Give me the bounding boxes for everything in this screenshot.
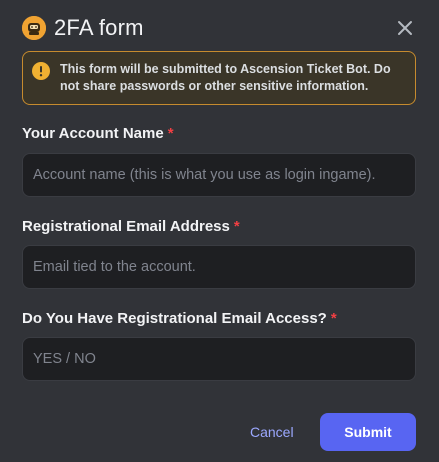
close-button[interactable]: [393, 16, 417, 40]
account-name-label: Your Account Name *: [22, 125, 174, 142]
required-marker: *: [167, 125, 174, 142]
submit-button[interactable]: Submit: [320, 413, 416, 451]
modal-title: 2FA form: [54, 15, 144, 40]
account-name-label-text: Your Account Name: [22, 125, 164, 142]
cancel-button[interactable]: Cancel: [250, 424, 294, 440]
account-name-input[interactable]: [22, 153, 416, 197]
email-access-label: Do You Have Registrational Email Access?…: [22, 310, 337, 327]
notice-text: This form will be submitted to Ascension…: [60, 62, 391, 93]
form-modal: 2FA form This form will be submitted to …: [0, 0, 439, 462]
email-address-label: Registrational Email Address *: [22, 218, 240, 235]
email-address-input[interactable]: [22, 245, 416, 289]
bot-avatar-icon: [22, 16, 46, 40]
close-icon: [398, 21, 412, 35]
warning-notice: This form will be submitted to Ascension…: [22, 51, 416, 105]
warning-icon: [32, 62, 50, 80]
modal-header: 2FA form: [22, 14, 417, 42]
email-access-input[interactable]: [22, 337, 416, 381]
email-access-label-text: Do You Have Registrational Email Access?: [22, 310, 327, 327]
required-marker: *: [330, 310, 337, 327]
email-address-label-text: Registrational Email Address: [22, 218, 230, 235]
required-marker: *: [233, 218, 240, 235]
